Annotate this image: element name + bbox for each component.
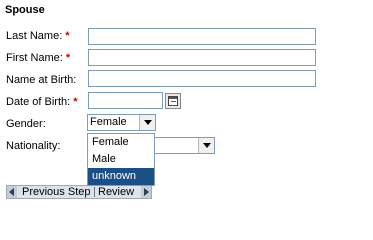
required-marker: *	[65, 52, 71, 64]
date-of-birth-field[interactable]	[88, 92, 163, 109]
nationality-label: Nationality:	[6, 140, 61, 152]
triangle-left-icon	[9, 188, 14, 196]
chevron-down-icon	[203, 143, 211, 148]
nationality-dropdown-button[interactable]	[198, 138, 214, 153]
date-of-birth-label-text: Date of Birth:	[6, 96, 71, 108]
date-of-birth-label: Date of Birth: *	[6, 96, 77, 108]
previous-step-link[interactable]: Previous Step	[22, 186, 90, 198]
next-arrow-button[interactable]	[141, 186, 151, 198]
name-at-birth-label: Name at Birth:	[6, 74, 77, 86]
gender-label: Gender:	[6, 118, 46, 130]
review-step-link[interactable]: Review	[98, 186, 134, 198]
section-title: Spouse	[5, 4, 45, 16]
gender-dropdown-list: Female Male unknown	[87, 133, 155, 186]
gender-dropdown-button[interactable]	[139, 115, 155, 130]
required-marker: *	[65, 30, 70, 42]
first-name-label: First Name: *	[6, 52, 70, 64]
date-picker-button[interactable]	[165, 93, 181, 109]
wizard-divider	[94, 187, 95, 197]
triangle-right-icon	[144, 188, 149, 196]
first-name-label-text: First Name:	[6, 52, 63, 64]
last-name-label-text: Last Name:	[6, 30, 63, 42]
name-at-birth-field[interactable]	[88, 70, 316, 87]
gender-option-female[interactable]: Female	[88, 134, 154, 151]
chevron-down-icon	[144, 120, 152, 125]
last-name-label: Last Name: *	[6, 30, 70, 42]
required-marker: *	[73, 96, 78, 108]
gender-select[interactable]: Female	[87, 114, 156, 131]
last-name-field[interactable]	[88, 28, 316, 45]
gender-option-male[interactable]: Male	[88, 151, 154, 168]
gender-selected-value: Female	[90, 116, 127, 128]
previous-arrow-button[interactable]	[7, 186, 17, 198]
first-name-field[interactable]	[88, 49, 316, 66]
calendar-icon	[168, 96, 178, 106]
wizard-navigation-bar: Previous Step Review	[6, 185, 152, 199]
gender-option-unknown[interactable]: unknown	[88, 168, 154, 185]
